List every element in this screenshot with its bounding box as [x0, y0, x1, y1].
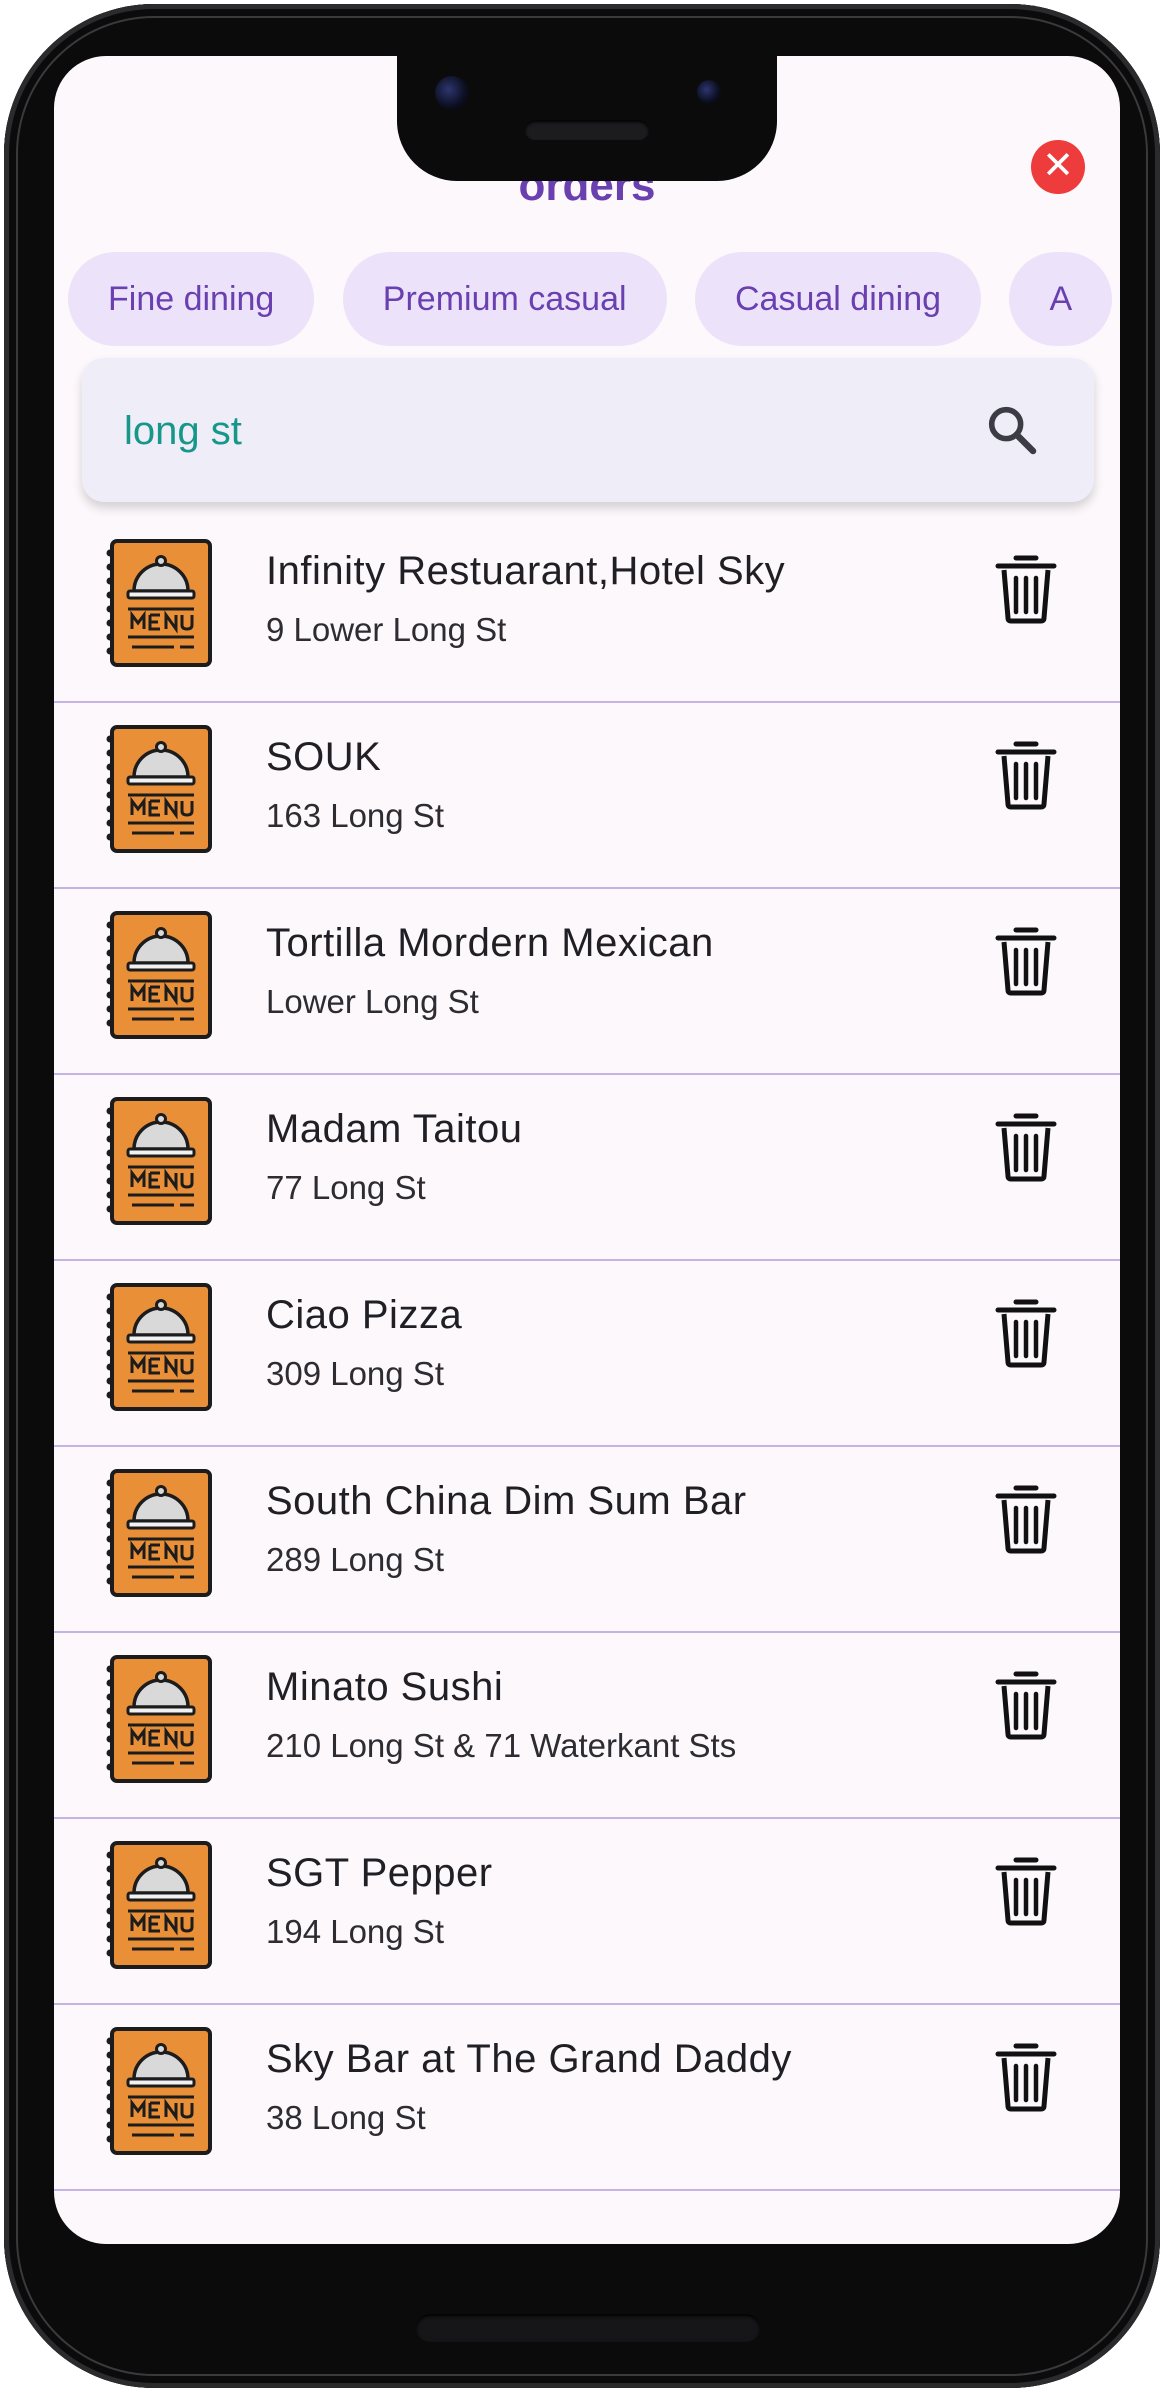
restaurant-name: Minato Sushi — [266, 1665, 504, 1709]
restaurant-address: Lower Long St — [266, 983, 479, 1020]
earpiece-speaker — [525, 120, 649, 140]
menu-book-icon — [106, 1097, 212, 1225]
list-item[interactable]: Sky Bar at The Grand Daddy 38 Long St — [54, 2005, 1120, 2191]
list-item[interactable]: South China Dim Sum Bar 289 Long St — [54, 1447, 1120, 1633]
list-item[interactable]: Ciao Pizza 309 Long St — [54, 1261, 1120, 1447]
restaurant-name: SGT Pepper — [266, 1851, 493, 1895]
restaurant-address: 210 Long St & 71 Waterkant Sts — [266, 1727, 737, 1764]
restaurant-address: 194 Long St — [266, 1913, 444, 1950]
menu-book-icon — [106, 539, 212, 667]
list-item[interactable]: Tortilla Mordern Mexican Lower Long St — [54, 889, 1120, 1075]
restaurant-name: Tortilla Mordern Mexican — [266, 921, 714, 965]
app-screen: orders ✕ Fine dining Premium casual Casu… — [54, 56, 1120, 2244]
restaurant-name: Infinity Restuarant,Hotel Sky — [266, 549, 786, 593]
chip-fine-dining[interactable]: Fine dining — [68, 252, 315, 346]
menu-book-icon — [106, 1283, 212, 1411]
chip-premium-casual[interactable]: Premium casual — [342, 252, 667, 346]
restaurant-address: 38 Long St — [266, 2099, 426, 2136]
restaurant-name: Ciao Pizza — [266, 1293, 463, 1337]
menu-book-icon — [106, 911, 212, 1039]
camera-notch — [397, 44, 777, 181]
list-item[interactable]: Infinity Restuarant,Hotel Sky 9 Lower Lo… — [54, 517, 1120, 703]
trash-icon[interactable] — [994, 738, 1058, 810]
trash-icon[interactable] — [994, 1296, 1058, 1368]
restaurant-name: Sky Bar at The Grand Daddy — [266, 2037, 792, 2081]
restaurant-address: 289 Long St — [266, 1541, 444, 1578]
sensor-icon — [697, 80, 721, 104]
trash-icon[interactable] — [994, 552, 1058, 624]
search-input[interactable] — [122, 390, 946, 472]
search-icon[interactable] — [984, 402, 1040, 458]
trash-icon[interactable] — [994, 2040, 1058, 2112]
chip-casual-dining[interactable]: Casual dining — [695, 252, 982, 346]
list-item[interactable]: SOUK 163 Long St — [54, 703, 1120, 889]
menu-book-icon — [106, 2027, 212, 2155]
list-item[interactable]: Madam Taitou 77 Long St — [54, 1075, 1120, 1261]
restaurant-address: 309 Long St — [266, 1355, 444, 1392]
restaurant-address: 9 Lower Long St — [266, 611, 507, 648]
restaurant-address: 77 Long St — [266, 1169, 426, 1206]
trash-icon[interactable] — [994, 1854, 1058, 1926]
trash-icon[interactable] — [994, 1668, 1058, 1740]
menu-book-icon — [106, 1841, 212, 1969]
menu-book-icon — [106, 725, 212, 853]
filter-chips: Fine dining Premium casual Casual dining… — [68, 252, 1120, 348]
restaurant-name: Madam Taitou — [266, 1107, 523, 1151]
menu-book-icon — [106, 1655, 212, 1783]
restaurant-address: 163 Long St — [266, 797, 444, 834]
list-item[interactable]: Minato Sushi 210 Long St & 71 Waterkant … — [54, 1633, 1120, 1819]
chip-partial[interactable]: A — [1009, 252, 1113, 346]
list-item[interactable]: SGT Pepper 194 Long St — [54, 1819, 1120, 2005]
trash-icon[interactable] — [994, 1482, 1058, 1554]
close-button[interactable]: ✕ — [1031, 140, 1085, 194]
restaurant-list: Infinity Restuarant,Hotel Sky 9 Lower Lo… — [54, 517, 1120, 2191]
search-bar — [82, 358, 1094, 502]
trash-icon[interactable] — [994, 1110, 1058, 1182]
restaurant-name: SOUK — [266, 735, 382, 779]
menu-book-icon — [106, 1469, 212, 1597]
trash-icon[interactable] — [994, 924, 1058, 996]
front-camera-icon — [435, 76, 469, 110]
restaurant-name: South China Dim Sum Bar — [266, 1479, 747, 1523]
home-indicator — [416, 2314, 760, 2342]
phone-frame: orders ✕ Fine dining Premium casual Casu… — [4, 4, 1160, 2388]
